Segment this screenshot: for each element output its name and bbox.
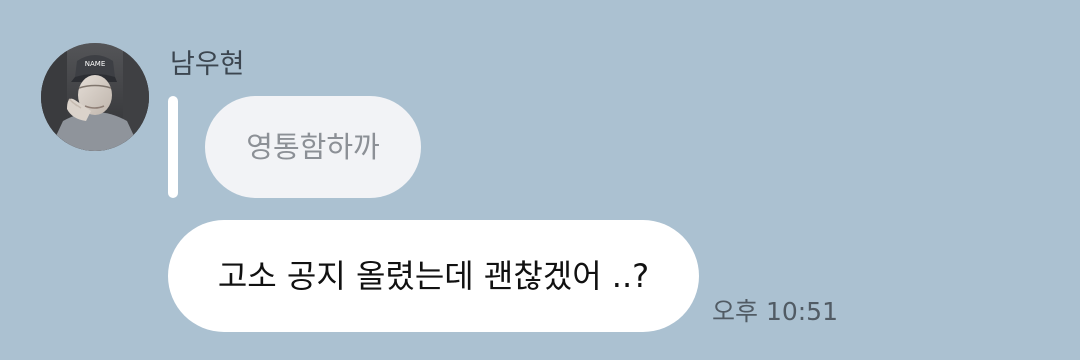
message-bubble[interactable]: 고소 공지 올렸는데 괜찮겠어 ..? (168, 220, 699, 332)
avatar-cap-text: NAME (85, 60, 106, 68)
quoted-message-text: 영통함하까 (246, 130, 380, 164)
chat-message-row: NAME 남우현 영통함하까 고소 공지 올렸는데 괜찮겠어 ..? 오후 10… (0, 0, 1080, 360)
quote-bar (168, 96, 178, 198)
message-text: 고소 공지 올렸는데 괜찮겠어 ..? (217, 257, 650, 295)
message-timestamp: 오후 10:51 (712, 297, 838, 326)
sender-name: 남우현 (170, 49, 245, 80)
avatar[interactable]: NAME (41, 43, 149, 151)
quoted-message-bubble[interactable]: 영통함하까 (205, 96, 421, 198)
profile-photo-icon: NAME (41, 43, 149, 151)
